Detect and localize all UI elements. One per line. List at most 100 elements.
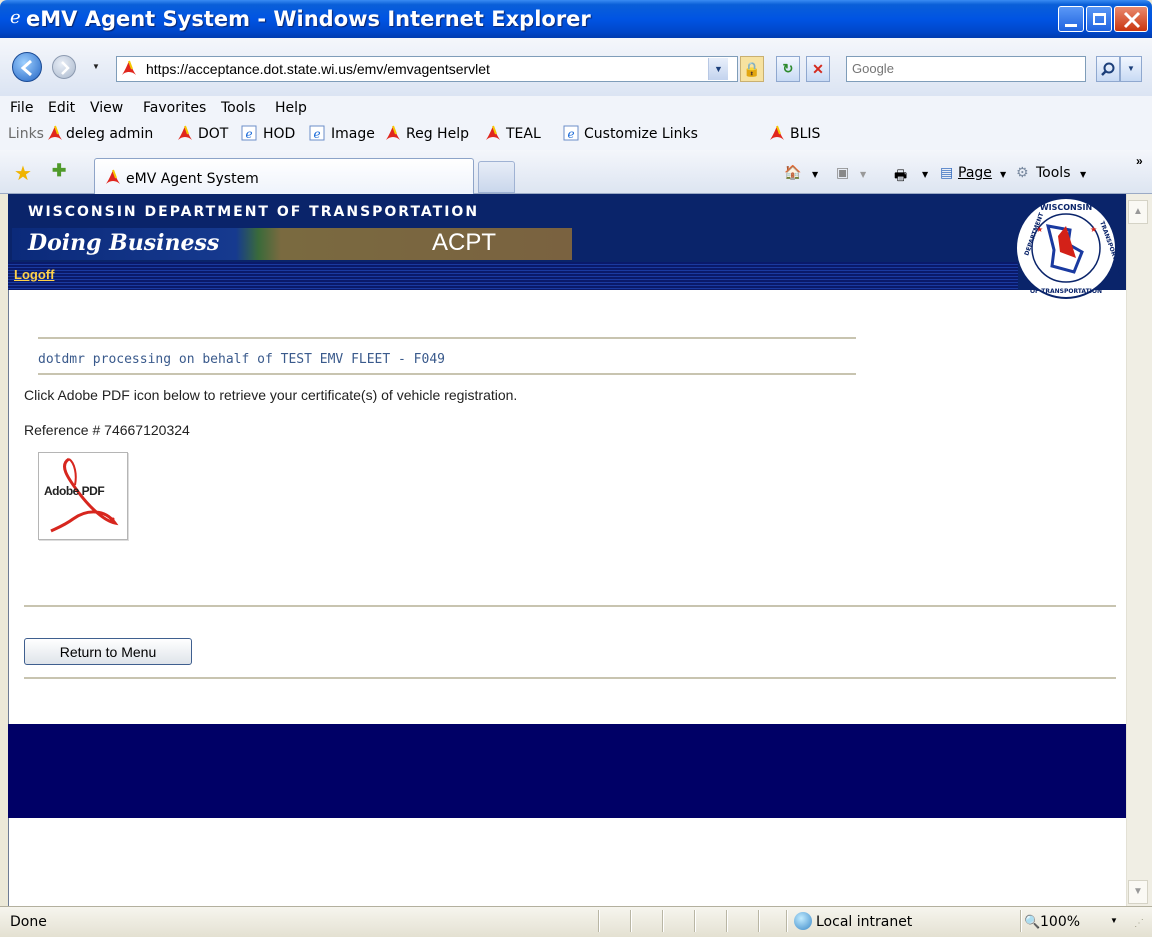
acrobat-icon [386, 125, 400, 140]
ie-page-icon: e [241, 125, 257, 141]
divider [24, 605, 1116, 607]
page-footer [8, 724, 1126, 818]
link-dot[interactable]: DOT [198, 126, 228, 142]
print-icon[interactable]: 🖶 [894, 165, 907, 189]
zoom-level[interactable]: 100% [1040, 914, 1080, 930]
more-commands-chevron-icon[interactable]: » [1136, 154, 1143, 168]
gear-icon[interactable]: ⚙ [1016, 165, 1029, 181]
home-icon[interactable]: 🏠 [784, 165, 801, 181]
links-label: Links [8, 126, 44, 142]
divider [24, 677, 1116, 679]
vertical-scrollbar[interactable] [1126, 194, 1152, 906]
stop-button[interactable]: ✕ [806, 56, 830, 82]
feeds-dropdown[interactable]: ▼ [860, 170, 866, 179]
link-image[interactable]: Image [331, 126, 375, 142]
status-divider [786, 910, 788, 932]
status-text: Done [10, 914, 47, 930]
back-arrow-icon [20, 59, 32, 77]
link-teal[interactable]: TEAL [506, 126, 541, 142]
tools-menu[interactable]: Tools [1036, 165, 1071, 181]
divider [38, 337, 856, 339]
status-divider [758, 910, 760, 932]
recent-pages-dropdown[interactable]: ▼ [92, 62, 100, 71]
pdf-icon-label: Adobe PDF [44, 484, 105, 498]
menu-edit[interactable]: Edit [48, 100, 75, 116]
search-options-dropdown[interactable]: ▼ [1120, 56, 1142, 82]
status-divider [630, 910, 632, 932]
scroll-up-arrow-icon[interactable]: ▲ [1128, 200, 1148, 224]
page-dropdown[interactable]: ▼ [1000, 170, 1006, 179]
forward-arrow-icon [61, 61, 70, 75]
page-icon[interactable]: ▤ [940, 165, 953, 181]
tools-dropdown[interactable]: ▼ [1080, 170, 1086, 179]
svg-text:e: e [245, 127, 252, 141]
status-divider [598, 910, 600, 932]
ie-page-icon: e [309, 125, 325, 141]
menu-tools[interactable]: Tools [221, 100, 256, 116]
zoom-magnifier-icon: 🔍 [1024, 914, 1041, 929]
window-title: eMV Agent System - Windows Internet Expl… [26, 7, 591, 31]
browser-window: e eMV Agent System - Windows Internet Ex… [0, 0, 1152, 937]
link-hod[interactable]: HOD [263, 126, 295, 142]
acrobat-icon [106, 169, 120, 184]
zoom-dropdown[interactable]: ▼ [1110, 916, 1118, 925]
address-dropdown[interactable]: ▼ [708, 58, 728, 80]
favorites-star-icon[interactable]: ★ [14, 161, 32, 186]
header-stripe [8, 262, 1018, 290]
environment-label: ACPT [432, 229, 497, 256]
magnifier-icon [1101, 62, 1115, 76]
wisdot-seal-logo: WISCONSIN DEPARTMENT TRANSPORTATION OF T… [1015, 197, 1125, 299]
link-blis[interactable]: BLIS [790, 126, 820, 142]
search-input[interactable] [852, 61, 1052, 76]
svg-text:e: e [313, 127, 320, 141]
link-customize-links[interactable]: Customize Links [584, 126, 698, 142]
address-url[interactable]: https://acceptance.dot.state.wi.us/emv/e… [146, 61, 490, 77]
acrobat-icon [48, 125, 62, 140]
close-button[interactable] [1114, 6, 1148, 32]
page-menu[interactable]: Page [958, 165, 992, 181]
globe-icon [794, 912, 812, 930]
logoff-link[interactable]: Logoff [14, 267, 54, 282]
link-reg-help[interactable]: Reg Help [406, 126, 469, 142]
search-button[interactable] [1096, 56, 1120, 82]
status-bar [0, 906, 1152, 937]
tab-label[interactable]: eMV Agent System [126, 171, 259, 187]
minimize-button[interactable] [1058, 6, 1084, 32]
scroll-down-arrow-icon[interactable]: ▼ [1128, 880, 1148, 904]
status-divider [694, 910, 696, 932]
lock-icon[interactable]: 🔒 [740, 56, 764, 82]
return-to-menu-button[interactable]: Return to Menu [24, 638, 192, 665]
header-title: WISCONSIN DEPARTMENT OF TRANSPORTATION [28, 204, 480, 220]
doing-business-text: Doing Business [28, 230, 220, 256]
print-dropdown[interactable]: ▼ [922, 170, 928, 179]
link-deleg-admin[interactable]: deleg admin [66, 126, 153, 142]
menu-view[interactable]: View [90, 100, 123, 116]
refresh-button[interactable]: ↻ [776, 56, 800, 82]
svg-text:★: ★ [1036, 225, 1043, 234]
resize-grip-icon[interactable]: ⋰ [1134, 918, 1144, 929]
maximize-button[interactable] [1086, 6, 1112, 32]
home-dropdown[interactable]: ▼ [812, 170, 818, 179]
feeds-icon[interactable]: ▣ [836, 165, 849, 181]
status-divider [726, 910, 728, 932]
menu-favorites[interactable]: Favorites [143, 100, 206, 116]
instruction-text: Click Adobe PDF icon below to retrieve y… [24, 387, 518, 403]
seal-text-top: WISCONSIN [1040, 203, 1092, 212]
security-zone[interactable]: Local intranet [816, 914, 912, 930]
reference-number: Reference # 74667120324 [24, 422, 190, 438]
menu-file[interactable]: File [10, 100, 33, 116]
menu-help[interactable]: Help [275, 100, 307, 116]
seal-text-bottom: OF TRANSPORTATION [1030, 288, 1102, 295]
status-divider [1020, 910, 1022, 932]
new-tab-button[interactable] [478, 161, 515, 193]
svg-text:e: e [567, 127, 574, 141]
ie-page-icon: e [563, 125, 579, 141]
status-divider [662, 910, 664, 932]
add-favorites-icon[interactable]: ✚ [52, 161, 66, 181]
acrobat-icon [486, 125, 500, 140]
back-button[interactable] [12, 52, 42, 82]
acrobat-icon [122, 60, 136, 75]
acrobat-icon [770, 125, 784, 140]
close-icon [1123, 11, 1141, 29]
forward-button[interactable] [52, 55, 76, 79]
